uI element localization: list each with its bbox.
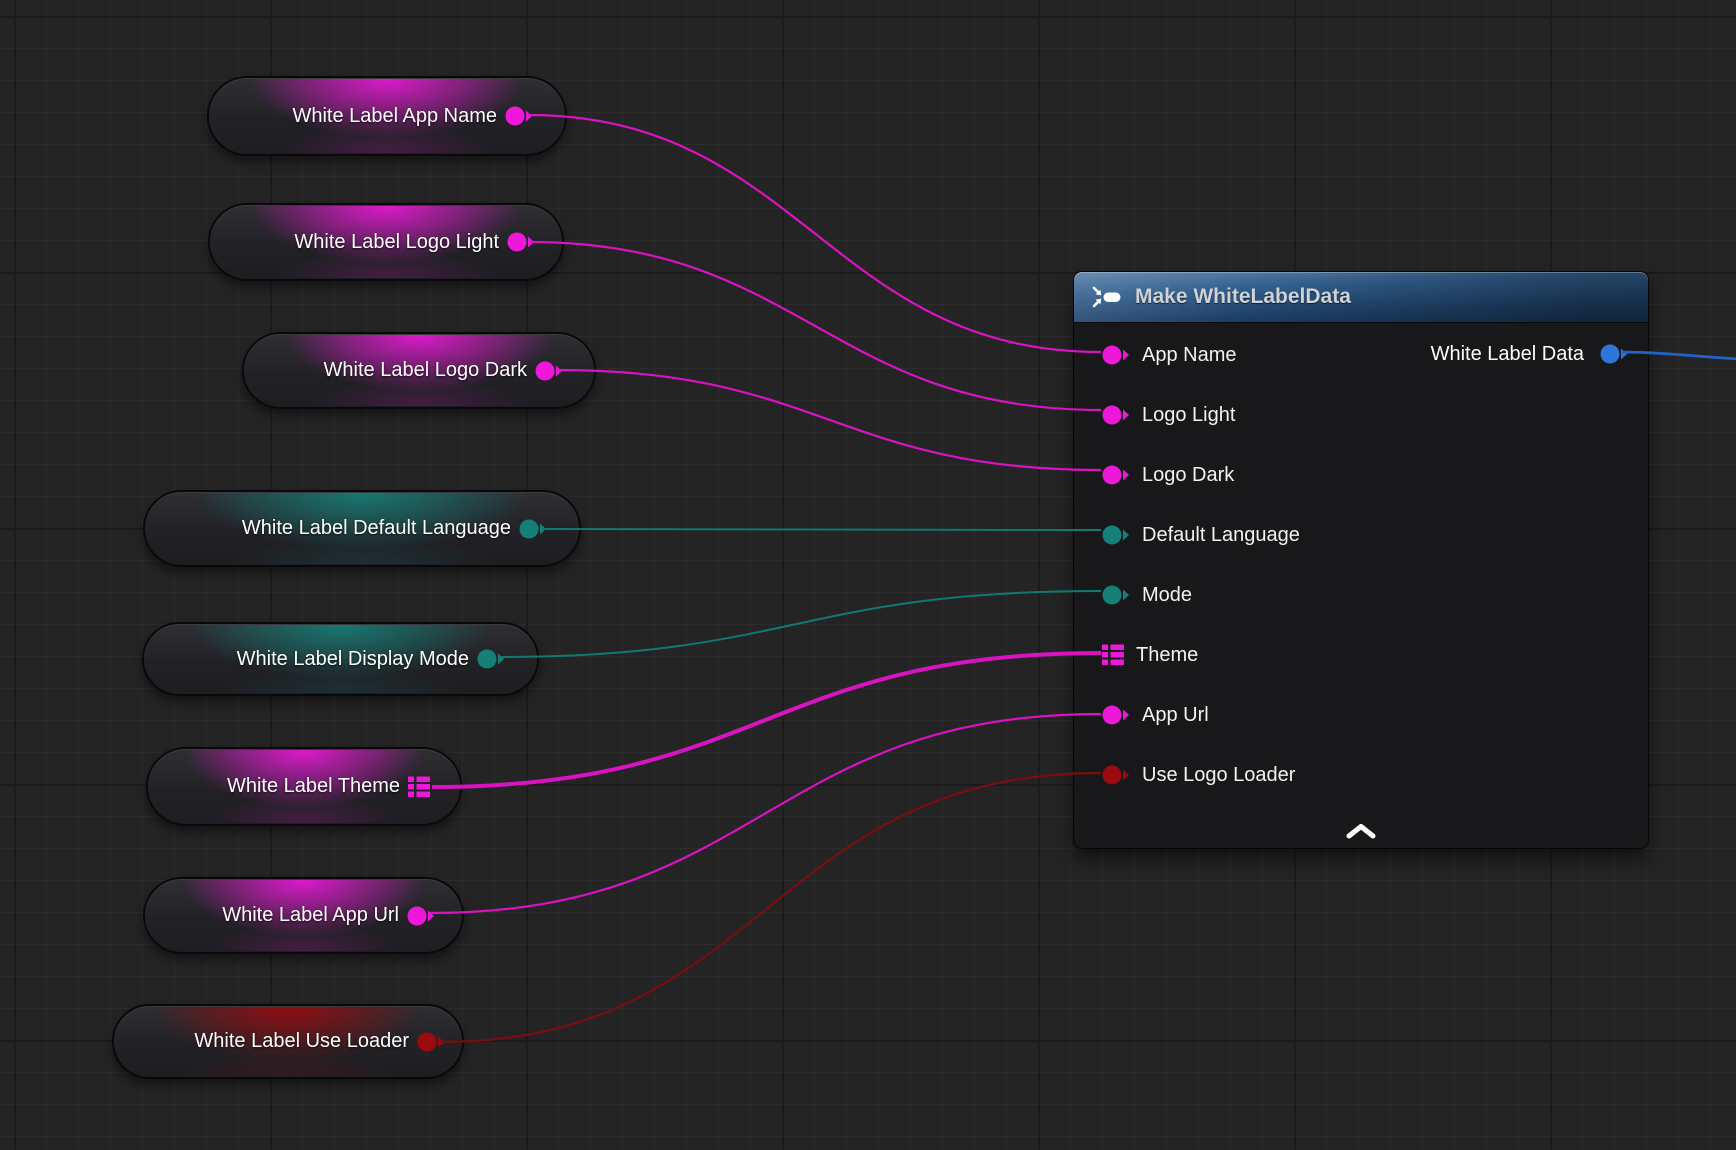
struct-grid-pin-icon[interactable] bbox=[1102, 644, 1124, 666]
make-struct-icon bbox=[1092, 286, 1122, 308]
enum-output-pin-icon[interactable] bbox=[477, 649, 505, 669]
node-get-white-label-logo-dark[interactable]: White Label Logo Dark bbox=[242, 332, 596, 409]
string-input-pin-icon[interactable] bbox=[1102, 405, 1130, 425]
chevron-up-icon bbox=[1344, 823, 1378, 839]
node-get-white-label-default-language[interactable]: White Label Default Language bbox=[143, 490, 581, 567]
node-title: Make WhiteLabelData bbox=[1135, 285, 1351, 309]
node-make-whitelabeldata[interactable]: Make WhiteLabelData App Name Logo Light … bbox=[1073, 271, 1649, 849]
wire-logo-light[interactable] bbox=[530, 242, 1101, 410]
string-output-pin-icon[interactable] bbox=[407, 906, 435, 926]
node-get-white-label-logo-light[interactable]: White Label Logo Light bbox=[208, 203, 564, 281]
output-row-white-label-data[interactable]: White Label Data bbox=[1074, 324, 1648, 384]
node-get-white-label-use-loader[interactable]: White Label Use Loader bbox=[112, 1004, 464, 1079]
node-label: White Label Default Language bbox=[242, 492, 511, 565]
wire-app-url[interactable] bbox=[430, 714, 1101, 913]
node-label: White Label Display Mode bbox=[237, 624, 469, 694]
input-row-mode[interactable]: Mode bbox=[1074, 565, 1648, 625]
input-row-app-url[interactable]: App Url bbox=[1074, 685, 1648, 745]
node-label: White Label App Url bbox=[222, 879, 399, 952]
collapse-pins-button[interactable] bbox=[1341, 819, 1381, 843]
node-get-white-label-app-name[interactable]: White Label App Name bbox=[207, 76, 567, 156]
input-pin-label: Logo Dark bbox=[1142, 464, 1234, 487]
input-pin-label: App Url bbox=[1142, 704, 1209, 727]
input-pin-label: Use Logo Loader bbox=[1142, 764, 1295, 787]
input-pin-label: Default Language bbox=[1142, 524, 1300, 547]
string-input-pin-icon[interactable] bbox=[1102, 465, 1130, 485]
input-pin-list: App Name Logo Light Logo Dark Default La… bbox=[1074, 323, 1648, 805]
node-get-white-label-display-mode[interactable]: White Label Display Mode bbox=[142, 622, 539, 696]
input-row-theme[interactable]: Theme bbox=[1074, 625, 1648, 685]
node-label: White Label App Name bbox=[292, 78, 497, 154]
input-row-use-logo-loader[interactable]: Use Logo Loader bbox=[1074, 745, 1648, 805]
input-pin-label: Mode bbox=[1142, 584, 1192, 607]
blueprint-graph-canvas[interactable]: White Label App Name White Label Logo Li… bbox=[0, 0, 1736, 1150]
node-label: White Label Theme bbox=[227, 749, 400, 824]
input-row-logo-light[interactable]: Logo Light bbox=[1074, 385, 1648, 445]
enum-input-pin-icon[interactable] bbox=[1102, 585, 1130, 605]
input-pin-label: Theme bbox=[1136, 644, 1198, 667]
node-label: White Label Use Loader bbox=[194, 1006, 409, 1077]
wire-logo-dark[interactable] bbox=[558, 370, 1101, 470]
bool-input-pin-icon[interactable] bbox=[1102, 765, 1130, 785]
input-pin-label: Logo Light bbox=[1142, 404, 1235, 427]
node-header[interactable]: Make WhiteLabelData bbox=[1074, 272, 1648, 323]
node-label: White Label Logo Light bbox=[294, 205, 499, 279]
wire-app-name[interactable] bbox=[528, 115, 1101, 352]
node-get-white-label-app-url[interactable]: White Label App Url bbox=[143, 877, 464, 954]
wire-default-language[interactable] bbox=[542, 529, 1101, 530]
struct-output-pin-icon[interactable] bbox=[1600, 344, 1628, 364]
node-get-white-label-theme[interactable]: White Label Theme bbox=[146, 747, 462, 826]
struct-grid-pin-icon[interactable] bbox=[408, 776, 430, 798]
wire-use-loader[interactable] bbox=[440, 773, 1101, 1042]
wire-display-mode[interactable] bbox=[500, 591, 1101, 657]
enum-input-pin-icon[interactable] bbox=[1102, 525, 1130, 545]
output-pin-label: White Label Data bbox=[1431, 324, 1584, 384]
string-input-pin-icon[interactable] bbox=[1102, 705, 1130, 725]
input-row-logo-dark[interactable]: Logo Dark bbox=[1074, 445, 1648, 505]
node-label: White Label Logo Dark bbox=[324, 334, 527, 407]
input-row-default-language[interactable]: Default Language bbox=[1074, 505, 1648, 565]
